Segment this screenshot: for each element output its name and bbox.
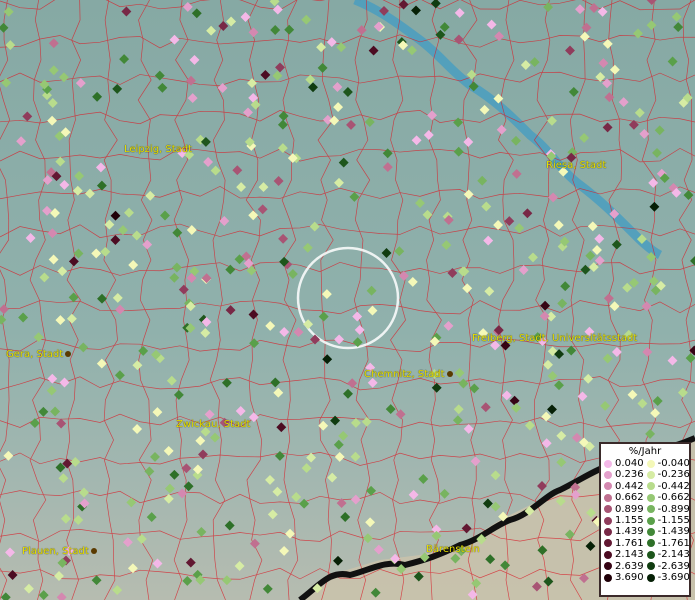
legend-entry-positive: 0.899 — [601, 504, 644, 515]
legend-swatch — [646, 493, 655, 502]
legend-row: 0.442 -0.442 — [601, 481, 690, 492]
legend-entry-negative: -2.143 — [644, 549, 690, 560]
legend-label: -2.639 — [657, 560, 690, 572]
legend-swatch — [646, 562, 655, 571]
legend-swatch — [646, 505, 655, 514]
legend-row: 0.040 -0.040 — [601, 458, 690, 469]
city-label-baerenstein: Bärenstein — [426, 544, 480, 555]
legend-entry-negative: -1.439 — [644, 526, 690, 537]
legend-label: -1.439 — [657, 526, 690, 538]
legend-entry-positive: 0.236 — [601, 469, 644, 480]
legend-label: -1.761 — [657, 537, 690, 549]
legend-swatch — [604, 505, 612, 514]
legend-label: 0.662 — [615, 492, 644, 504]
legend-swatch — [646, 482, 655, 491]
legend-swatch — [604, 528, 612, 537]
legend-entry-negative: -0.236 — [644, 469, 690, 480]
legend-swatch — [604, 471, 612, 480]
legend-entry-negative: -2.639 — [644, 561, 690, 572]
legend-entry-negative: -0.899 — [644, 504, 690, 515]
legend-label: 1.761 — [615, 537, 644, 549]
legend-entry-negative: -0.662 — [644, 492, 690, 503]
city-label-zwickau: Zwickau, Stadt — [176, 419, 251, 430]
legend-rows: 0.040 -0.040 0.236 -0.236 0.442 -0.442 0.662 -0… — [601, 458, 690, 583]
legend-label: -3.690 — [657, 571, 690, 583]
legend-entry-negative: -1.761 — [644, 538, 690, 549]
legend-label: 2.143 — [615, 549, 644, 561]
legend-swatch — [646, 471, 655, 480]
legend-label: 0.899 — [615, 503, 644, 515]
legend-entry-positive: 3.690 — [601, 572, 644, 583]
city-marker — [65, 351, 72, 357]
legend-label: -2.143 — [657, 549, 690, 561]
legend-entry-negative: -1.155 — [644, 515, 690, 526]
legend-row: 0.662 -0.662 — [601, 492, 690, 503]
legend-swatch — [604, 482, 612, 491]
legend-label: -0.442 — [657, 480, 690, 492]
map-canvas[interactable] — [0, 0, 695, 600]
legend-swatch — [646, 550, 655, 559]
legend-label: 1.439 — [615, 526, 644, 538]
city-label-riesa: Riesa, Stadt — [546, 160, 607, 171]
legend-entry-negative: -0.442 — [644, 481, 690, 492]
legend-label: 0.236 — [615, 469, 644, 481]
legend-row: 3.690 -3.690 — [601, 572, 690, 583]
legend-entry-positive: 2.143 — [601, 549, 644, 560]
legend-swatch — [604, 516, 612, 525]
legend-label: -0.899 — [657, 503, 690, 515]
legend-row: 1.439 -1.439 — [601, 526, 690, 537]
legend-entry-positive: 0.662 — [601, 492, 644, 503]
legend-swatch — [604, 493, 612, 502]
legend: %/Jahr 0.040 -0.040 0.236 -0.236 0.442 -0.442… — [599, 442, 691, 597]
legend-row: 1.761 -1.761 — [601, 538, 690, 549]
city-label-leipzig: Leipzig, Stadt — [124, 144, 193, 155]
legend-label: 0.040 — [615, 458, 644, 469]
city-label-gera: Gera, Stadt — [6, 349, 73, 360]
legend-row: 1.155 -1.155 — [601, 515, 690, 526]
legend-title: %/Jahr — [628, 446, 662, 457]
legend-swatch — [604, 562, 612, 571]
legend-entry-positive: 0.442 — [601, 481, 644, 492]
city-label-freiberg: Freiberg, Stadt, Universitätsstadt — [472, 333, 638, 344]
legend-label: -0.236 — [657, 469, 690, 481]
legend-swatch — [604, 459, 612, 468]
legend-swatch — [646, 459, 655, 468]
legend-label: 3.690 — [615, 571, 644, 583]
legend-row: 0.899 -0.899 — [601, 504, 690, 515]
legend-entry-positive: 0.040 — [601, 458, 644, 469]
legend-swatch — [604, 573, 612, 582]
legend-row: 0.236 -0.236 — [601, 469, 690, 480]
legend-label: 0.442 — [615, 480, 644, 492]
legend-swatch — [646, 528, 655, 537]
legend-swatch — [646, 539, 655, 548]
legend-row: 2.143 -2.143 — [601, 549, 690, 560]
legend-label: 2.639 — [615, 560, 644, 572]
city-label-chemnitz: Chemnitz, Stadt — [364, 369, 455, 380]
legend-swatch — [604, 539, 612, 548]
legend-entry-positive: 2.639 — [601, 561, 644, 572]
legend-entry-negative: -3.690 — [644, 572, 690, 583]
legend-entry-negative: -0.040 — [644, 458, 690, 469]
city-marker — [446, 371, 453, 377]
legend-row: 2.639 -2.639 — [601, 561, 690, 572]
legend-label: -1.155 — [657, 514, 690, 526]
legend-label: 1.155 — [615, 514, 644, 526]
city-label-plauen: Plauen, Stadt — [22, 546, 99, 557]
legend-swatch — [646, 573, 655, 582]
legend-entry-positive: 1.439 — [601, 526, 644, 537]
legend-entry-positive: 1.155 — [601, 515, 644, 526]
legend-swatch — [646, 516, 655, 525]
legend-entry-positive: 1.761 — [601, 538, 644, 549]
legend-label: -0.040 — [657, 458, 690, 469]
legend-swatch — [604, 550, 612, 559]
legend-label: -0.662 — [657, 492, 690, 504]
city-marker — [90, 548, 97, 554]
